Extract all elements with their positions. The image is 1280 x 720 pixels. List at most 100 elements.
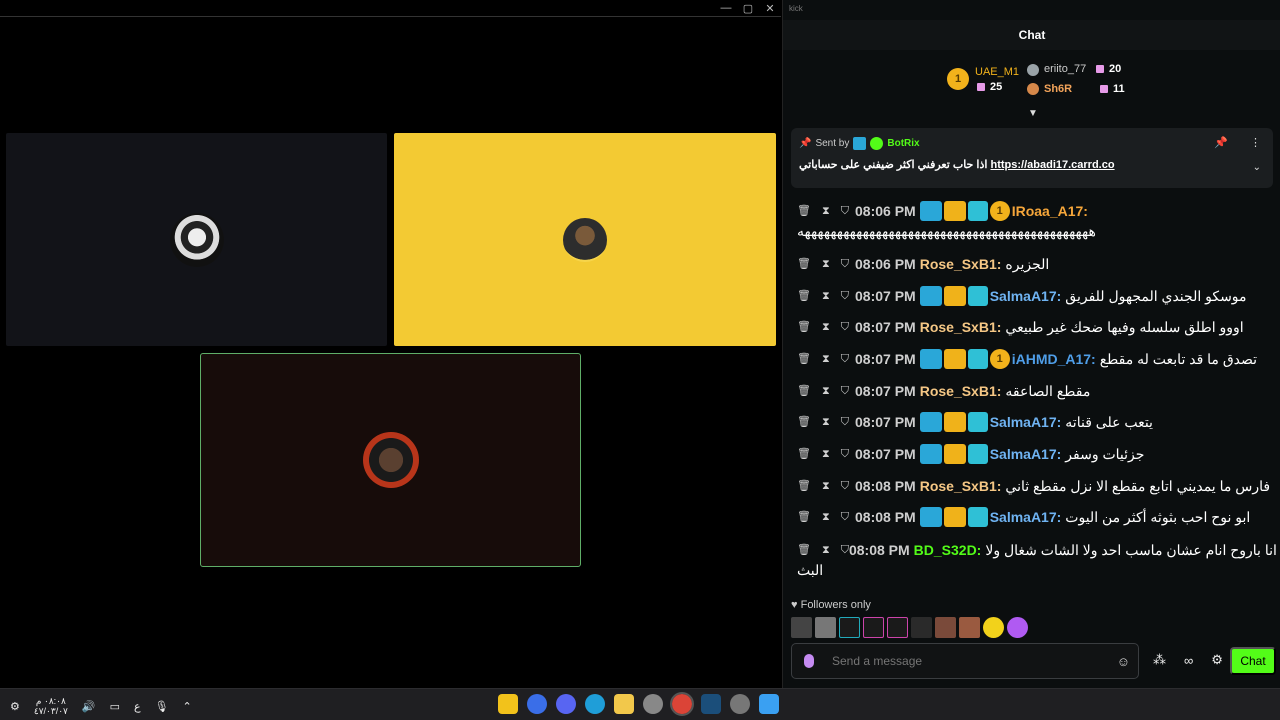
shield-icon[interactable]: ⛉ (841, 348, 849, 370)
message-username[interactable]: SalmaA17: (990, 506, 1062, 528)
bot-name[interactable]: BotRix (887, 138, 919, 149)
trash-icon[interactable]: 🗑 (797, 316, 811, 338)
emote[interactable] (1007, 617, 1028, 638)
message-username[interactable]: Rose_SxB1: (920, 253, 1002, 275)
trash-icon[interactable]: 🗑 (797, 539, 811, 561)
language-indicator[interactable]: ع (134, 700, 141, 713)
infinity-icon[interactable]: ∞ (1184, 653, 1193, 668)
leaderboard-name-1[interactable]: UAE_M1 (975, 66, 1019, 78)
collapse-icon[interactable]: ▼ (1027, 108, 1039, 120)
message-username[interactable]: SalmaA17: (990, 411, 1062, 433)
maximize-button[interactable]: ▢ (737, 0, 759, 16)
discord-app-icon[interactable] (556, 694, 576, 714)
message-username[interactable]: SalmaA17: (990, 285, 1062, 307)
file-explorer-icon[interactable] (614, 694, 634, 714)
leaderboard-name-2[interactable]: eriito_77 (1044, 63, 1086, 75)
trash-icon[interactable]: 🗑 (797, 200, 811, 222)
chevron-up-icon[interactable]: ⌃ (183, 700, 192, 713)
chevron-down-icon[interactable]: ⌄ (1253, 162, 1261, 173)
shield-icon[interactable]: ⛉ (841, 443, 849, 465)
timeout-icon[interactable]: ⧗ (822, 200, 830, 222)
app-icon[interactable] (527, 694, 547, 714)
emote[interactable] (887, 617, 908, 638)
og-badge-icon (967, 286, 988, 306)
shield-icon[interactable]: ⛉ (841, 253, 849, 275)
emote[interactable] (863, 617, 884, 638)
timeout-icon[interactable]: ⧗ (822, 411, 830, 433)
minimize-button[interactable]: — (715, 0, 737, 16)
timeout-icon[interactable]: ⧗ (822, 316, 830, 338)
trash-icon[interactable]: 🗑 (797, 411, 811, 433)
emote[interactable] (959, 617, 980, 638)
trash-icon[interactable]: 🗑 (797, 380, 811, 402)
emote[interactable] (911, 617, 932, 638)
emoji-icon[interactable]: ☺ (1117, 654, 1130, 669)
volume-icon[interactable]: 🔊 (82, 700, 96, 713)
message-tools: 🗑 ⧗ ⛉ (797, 506, 855, 528)
message-input[interactable] (832, 654, 1092, 668)
points-icon[interactable]: ⁂ (1153, 652, 1166, 668)
message-username[interactable]: BD_S32D: (914, 539, 982, 561)
chat-message: 🗑 ⧗ ⛉ 08:07 PM 1 iAHMD_A17: تصدق ما قد تابعت ل… (797, 348, 1273, 370)
gear-icon[interactable]: ⚙ (1211, 652, 1223, 668)
message-username[interactable]: IRoaa_A17: (1012, 200, 1088, 222)
timeout-icon[interactable]: ⧗ (822, 348, 830, 370)
timeout-icon[interactable]: ⧗ (822, 380, 830, 402)
shield-icon[interactable]: ⛉ (841, 285, 849, 307)
steam-app-icon[interactable] (701, 694, 721, 714)
message-username[interactable]: Rose_SxB1: (920, 475, 1002, 497)
display-icon[interactable]: ▭ (110, 700, 120, 713)
emote[interactable] (935, 617, 956, 638)
shield-icon[interactable]: ⛉ (841, 200, 849, 222)
message-username[interactable]: iAHMD_A17: (1012, 348, 1096, 370)
windows-start-icon[interactable] (759, 694, 779, 714)
timeout-icon[interactable]: ⧗ (822, 506, 830, 528)
shield-icon[interactable]: ⛉ (841, 380, 849, 402)
leaderboard-name-3[interactable]: Sh6R (1044, 83, 1072, 95)
participant-tile-1[interactable] (6, 133, 387, 346)
message-username[interactable]: SalmaA17: (990, 443, 1062, 465)
trash-icon[interactable]: 🗑 (797, 506, 811, 528)
shield-icon[interactable]: ⛉ (841, 475, 849, 497)
shield-icon[interactable]: ⛉ (841, 506, 849, 528)
clock[interactable]: ٠٨:٠٨ م ٤٧/٠٣/٠٧ (34, 696, 68, 716)
send-chat-button[interactable]: Chat (1230, 647, 1276, 675)
pinned-link[interactable]: https://abadi17.carrd.co (990, 159, 1114, 171)
unpin-icon[interactable]: 📌 (1214, 136, 1228, 149)
mic-tray-icon[interactable]: 🎙 (155, 700, 169, 713)
more-options-icon[interactable]: ⋮ (1250, 136, 1261, 149)
emote[interactable] (815, 617, 836, 638)
shield-icon[interactable]: ⛉ (841, 539, 849, 561)
timeout-icon[interactable]: ⧗ (822, 475, 830, 497)
star-icon[interactable] (983, 617, 1004, 638)
timeout-icon[interactable]: ⧗ (822, 443, 830, 465)
emote[interactable] (839, 617, 860, 638)
chat-message: 🗑 ⧗ ⛉ 08:08 PM Rose_SxB1: فارس ما يمديني اتاب… (797, 475, 1273, 497)
mic-icon[interactable] (804, 654, 814, 668)
close-button[interactable]: ✕ (759, 0, 781, 16)
trash-icon[interactable]: 🗑 (797, 348, 811, 370)
message-username[interactable]: Rose_SxB1: (920, 316, 1002, 338)
app-icon[interactable] (643, 694, 663, 714)
trash-icon[interactable]: 🗑 (797, 253, 811, 275)
timeout-icon[interactable]: ⧗ (822, 539, 830, 561)
user-badges (919, 286, 988, 306)
settings-app-icon[interactable] (730, 694, 750, 714)
shield-icon[interactable]: ⛉ (841, 411, 849, 433)
edge-app-icon[interactable] (585, 694, 605, 714)
shield-icon[interactable]: ⛉ (841, 316, 849, 338)
message-input-box[interactable]: ☺ (791, 643, 1139, 679)
settings-icon[interactable]: ⚙ (10, 700, 20, 713)
rockstar-app-icon[interactable] (498, 694, 518, 714)
trash-icon[interactable]: 🗑 (797, 285, 811, 307)
timeout-icon[interactable]: ⧗ (822, 253, 830, 275)
timeout-icon[interactable]: ⧗ (822, 285, 830, 307)
emote[interactable] (791, 617, 812, 638)
message-username[interactable]: Rose_SxB1: (920, 380, 1002, 402)
chrome-app-icon[interactable] (670, 692, 694, 716)
chat-message: 🗑 ⧗ ⛉ 08:06 PM 1 IRoaa_A17: (797, 200, 1273, 222)
participant-tile-2[interactable] (394, 133, 776, 346)
trash-icon[interactable]: 🗑 (797, 443, 811, 465)
participant-tile-speaking[interactable] (200, 353, 581, 567)
trash-icon[interactable]: 🗑 (797, 475, 811, 497)
